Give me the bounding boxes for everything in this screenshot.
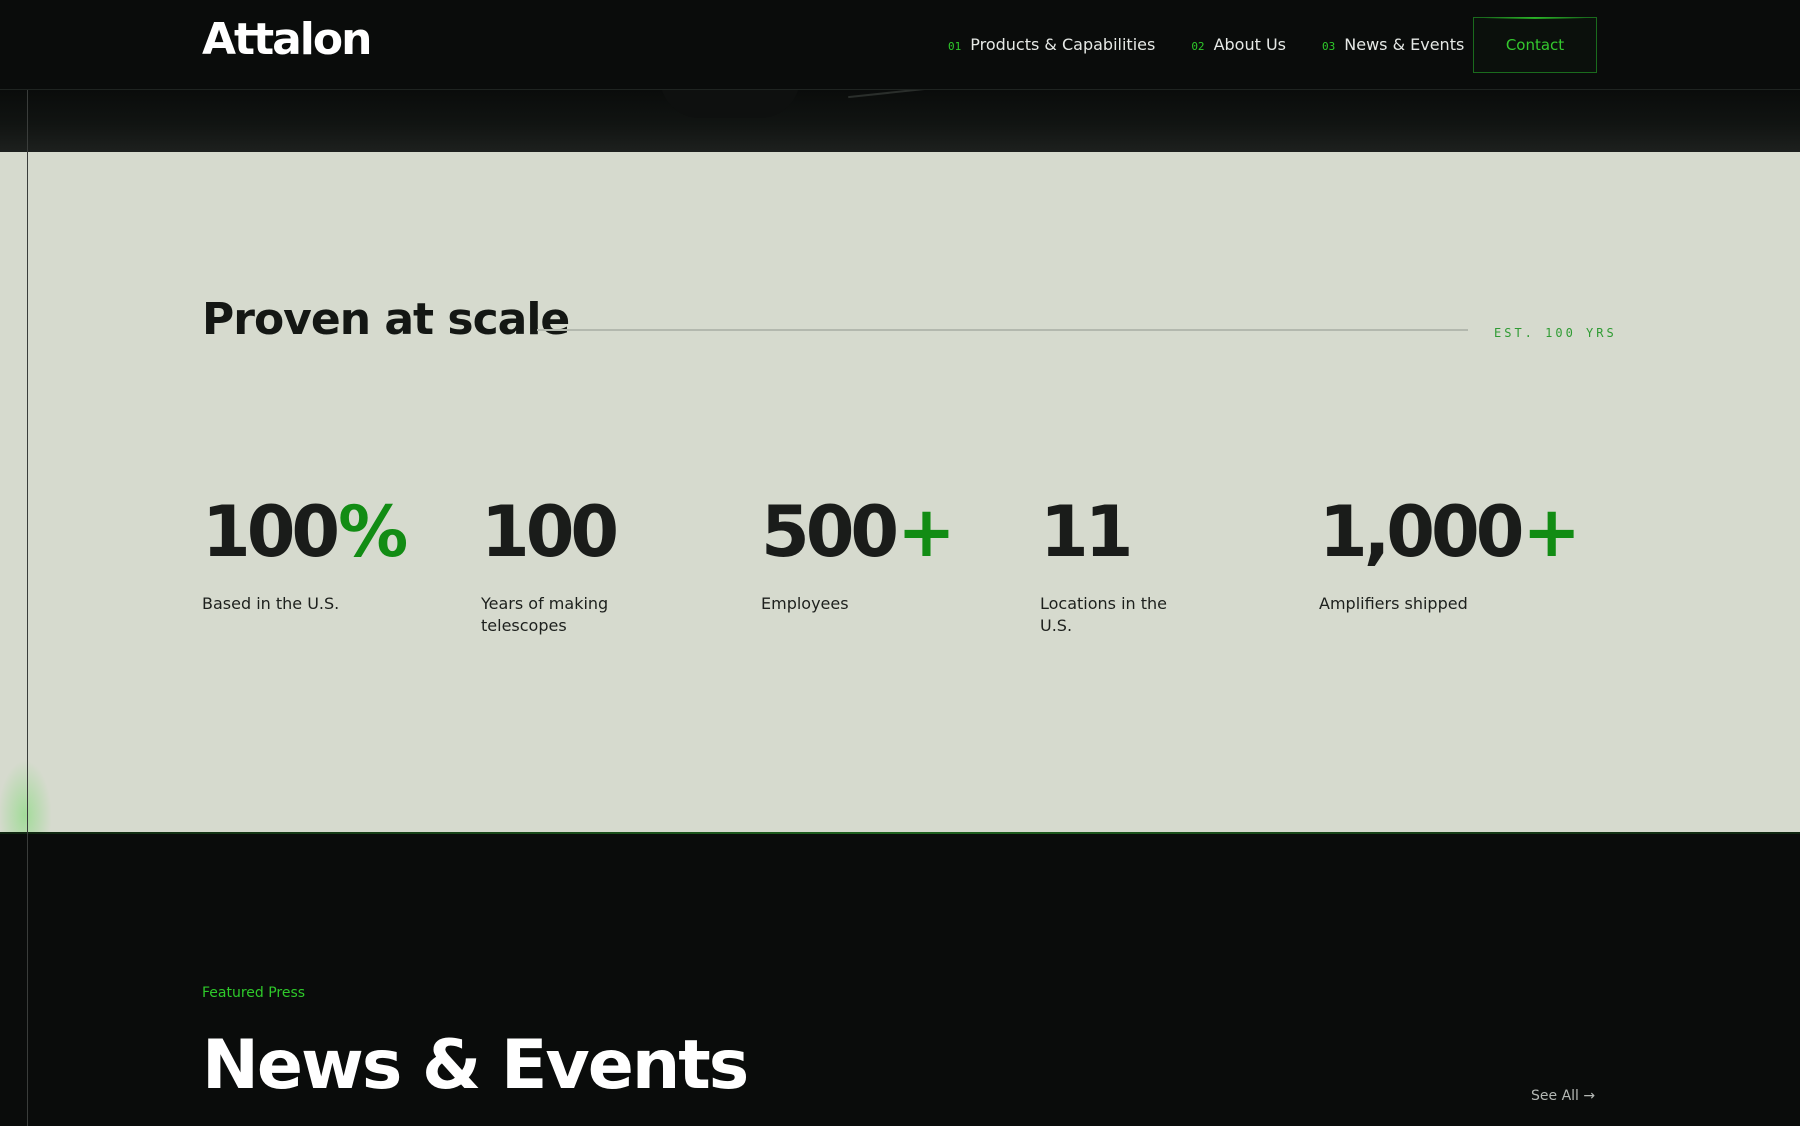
nav-item-number: 01 <box>948 40 962 53</box>
stat-value: 100 <box>481 491 619 573</box>
stat-item: 100% Based in the U.S. <box>202 491 408 615</box>
stat-value-row: 100 <box>481 497 631 567</box>
stat-item: 1,000 + Amplifiers shipped <box>1319 491 1581 615</box>
divider <box>537 329 1468 331</box>
site-header: Attalon 01 Products & Capabilities 02 Ab… <box>0 0 1800 90</box>
nav-item-label: News & Events <box>1344 35 1465 54</box>
stat-value-row: 1,000 + <box>1319 491 1581 573</box>
stat-label: Locations in the U.S. <box>1040 594 1168 635</box>
nav-item-products[interactable]: 01 Products & Capabilities <box>948 35 1155 54</box>
stat-item: 100 Years of making telescopes <box>481 497 631 637</box>
stat-label: Years of making telescopes <box>481 594 609 635</box>
hero-image-remnant <box>0 90 1800 152</box>
stat-suffix: % <box>338 491 408 573</box>
page: Attalon 01 Products & Capabilities 02 Ab… <box>0 0 1800 1126</box>
stat-suffix: + <box>897 491 956 573</box>
stat-label: Amplifiers shipped <box>1319 594 1468 613</box>
nav-item-label: About Us <box>1213 35 1286 54</box>
stat-value: 1,000 <box>1319 491 1524 573</box>
stat-label: Based in the U.S. <box>202 594 340 613</box>
stat-label: Employees <box>761 594 849 613</box>
nav-item-number: 03 <box>1322 40 1336 53</box>
news-title: News & Events <box>202 1026 749 1105</box>
news-section: Featured Press News & Events See All → <box>0 832 1800 1126</box>
see-all-link[interactable]: See All → <box>1531 1088 1595 1104</box>
stat-value-row: 500 + <box>761 491 956 573</box>
vertical-rule <box>27 90 28 1126</box>
stat-value-row: 100% <box>202 491 408 573</box>
news-eyebrow: Featured Press <box>202 985 306 1001</box>
nav-item-label: Products & Capabilities <box>970 35 1156 54</box>
main-nav: 01 Products & Capabilities 02 About Us 0… <box>948 35 1464 54</box>
section-divider <box>0 832 1800 834</box>
nav-item-about[interactable]: 02 About Us <box>1191 35 1286 54</box>
stat-item: 500 + Employees <box>761 491 956 615</box>
stats-title: Proven at scale <box>202 294 570 345</box>
nav-item-number: 02 <box>1191 40 1205 53</box>
stat-suffix: + <box>1522 491 1581 573</box>
stat-value: 11 <box>1040 491 1133 573</box>
stat-item: 11 Locations in the U.S. <box>1040 497 1190 637</box>
stat-value: 100 <box>202 491 340 573</box>
logo[interactable]: Attalon <box>202 18 372 62</box>
stat-value: 500 <box>761 491 899 573</box>
stat-value-row: 11 <box>1040 497 1190 567</box>
stats-section: Proven at scale EST. 100 YRS 100% Based … <box>0 152 1800 870</box>
stats-tag: EST. 100 YRS <box>1494 326 1617 340</box>
contact-button[interactable]: Contact <box>1473 17 1597 73</box>
nav-item-news[interactable]: 03 News & Events <box>1322 35 1464 54</box>
